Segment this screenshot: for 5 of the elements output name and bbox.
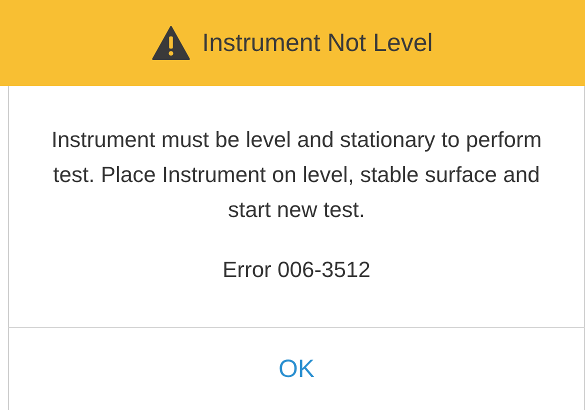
error-code: Error 006-3512 xyxy=(222,257,370,283)
ok-button[interactable]: OK xyxy=(258,350,335,388)
warning-icon xyxy=(152,26,190,60)
dialog-message: Instrument must be level and stationary to perform test. Place Instrument on level, stable surface and start new test. xyxy=(50,126,543,224)
dialog-title: Instrument Not Level xyxy=(202,28,433,58)
